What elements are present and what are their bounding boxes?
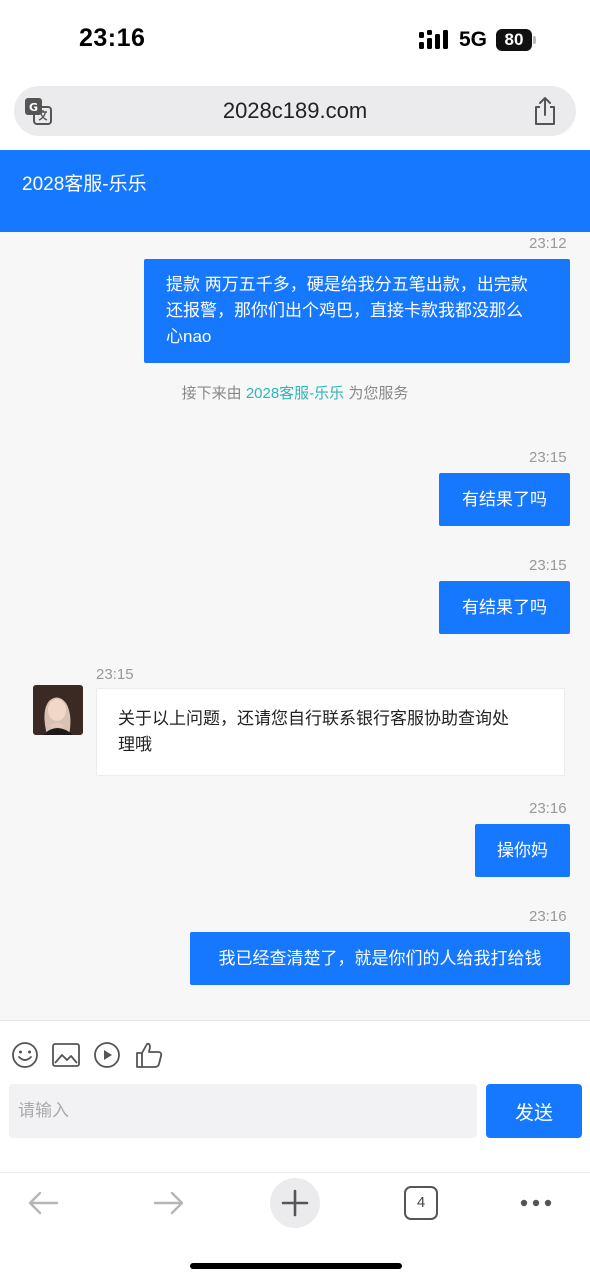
message-timestamp: 23:15 — [529, 449, 567, 466]
send-button[interactable]: 发送 — [486, 1084, 582, 1138]
outgoing-message[interactable]: 有结果了吗 — [439, 581, 570, 634]
chat-header: 2028客服-乐乐 — [0, 150, 590, 232]
tabs-count-button[interactable]: 4 — [404, 1186, 438, 1220]
message-input[interactable] — [9, 1084, 477, 1138]
battery-icon: 80 — [496, 29, 536, 51]
message-text-line: 还报警，那你们出个鸡巴，直接卡款我都没那么 — [166, 301, 523, 320]
message-text-line: 关于以上问题，还请您自行联系银行客服协助查询处 — [118, 709, 509, 728]
outgoing-message[interactable]: 有结果了吗 — [439, 473, 570, 526]
message-text-line: 理哦 — [118, 735, 152, 754]
new-tab-plus-icon[interactable] — [269, 1177, 321, 1229]
battery-level: 80 — [504, 30, 524, 49]
status-time: 23:16 — [79, 24, 146, 52]
address-bar[interactable]: G 2028c189.com — [14, 86, 576, 136]
agent-name-link[interactable]: 2028客服-乐乐 — [246, 385, 344, 402]
system-notice-suffix: 为您服务 — [348, 385, 409, 402]
message-timestamp: 23:15 — [96, 666, 134, 683]
forward-arrow-icon[interactable] — [152, 1188, 186, 1218]
back-arrow-icon[interactable] — [26, 1188, 60, 1218]
message-text: 操你妈 — [497, 841, 548, 860]
emoji-icon[interactable] — [10, 1040, 40, 1070]
message-timestamp: 23:16 — [529, 908, 567, 925]
tab-count: 4 — [416, 1194, 426, 1211]
agent-avatar[interactable] — [33, 685, 83, 735]
status-bar: 23:16 5G 80 — [0, 0, 590, 80]
network-type: 5G — [459, 28, 488, 51]
avatar-image — [33, 685, 83, 735]
system-notice-prefix: 接下来由 — [181, 385, 242, 402]
message-timestamp: 23:15 — [529, 557, 567, 574]
video-icon[interactable] — [92, 1040, 122, 1070]
more-menu-icon[interactable] — [518, 1195, 554, 1211]
message-text: 有结果了吗 — [462, 598, 547, 617]
url-text[interactable]: 2028c189.com — [14, 86, 576, 136]
outgoing-message[interactable]: 操你妈 — [475, 824, 570, 877]
message-timestamp: 23:12 — [529, 235, 567, 252]
chat-message-list[interactable]: 23:12 提款 两万五千多，硬是给我分五笔出款，出完款 还报警，那你们出个鸡巴… — [0, 232, 590, 1020]
message-text: 我已经查清楚了，就是你们的人给我打给钱 — [218, 949, 542, 968]
message-text-line: 提款 两万五千多，硬是给我分五笔出款，出完款 — [166, 275, 528, 294]
outgoing-message[interactable]: 提款 两万五千多，硬是给我分五笔出款，出完款 还报警，那你们出个鸡巴，直接卡款我… — [144, 259, 570, 363]
message-timestamp: 23:16 — [529, 800, 567, 817]
message-text-line: 心nao — [166, 327, 212, 346]
image-icon[interactable] — [51, 1040, 81, 1070]
message-text: 有结果了吗 — [462, 490, 547, 509]
thumbs-up-icon[interactable] — [134, 1040, 164, 1070]
outgoing-message[interactable]: 我已经查清楚了，就是你们的人给我打给钱 — [190, 932, 570, 985]
incoming-message[interactable]: 关于以上问题，还请您自行联系银行客服协助查询处 理哦 — [96, 688, 565, 776]
chat-title: 2028客服-乐乐 — [22, 174, 147, 195]
signal-strength-icon — [419, 30, 448, 49]
home-indicator — [190, 1263, 402, 1269]
share-icon[interactable] — [532, 96, 558, 126]
system-notice: 接下来由 2028客服-乐乐 为您服务 — [0, 382, 590, 403]
